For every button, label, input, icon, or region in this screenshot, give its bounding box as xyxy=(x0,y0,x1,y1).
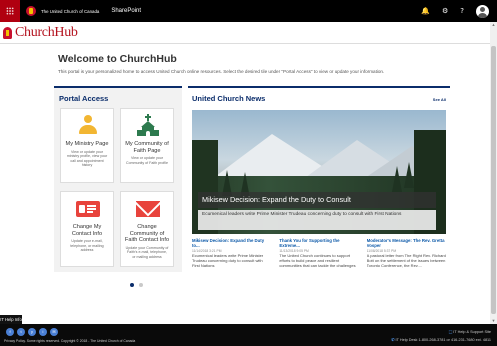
twitter-icon[interactable]: t xyxy=(17,328,25,336)
tile-community-of-faith-page[interactable]: My Community of Faith Page View or updat… xyxy=(120,108,174,183)
ucc-logo-icon[interactable] xyxy=(26,6,36,16)
news-card-text: A pastoral letter from The Right Rev. Ri… xyxy=(366,253,446,268)
portal-title: Portal Access xyxy=(59,94,109,103)
tile-title: My Ministry Page xyxy=(65,141,109,147)
person-icon xyxy=(79,115,97,137)
bell-icon[interactable]: 🔔 xyxy=(421,7,430,15)
news-card-text: The United Church continues to support e… xyxy=(279,253,356,268)
email-icon[interactable]: ✉ xyxy=(50,328,58,336)
portal-access-panel: Portal Access My Ministry Page View or u… xyxy=(54,86,182,272)
tile-change-community-contact-info[interactable]: Change Community of Faith Contact Info U… xyxy=(120,191,174,267)
news-card-text: Ecumenical leaders write Prime Minister … xyxy=(192,253,264,268)
church-icon xyxy=(137,114,159,138)
contact-card-icon xyxy=(76,201,100,217)
envelope-icon xyxy=(136,201,160,217)
it-help-site-link[interactable]: ⬚ IT Help & Support Site xyxy=(449,329,491,334)
avatar[interactable] xyxy=(476,4,489,18)
carousel-dots xyxy=(130,283,143,287)
news-card[interactable]: Moderator's Message: The Rev. Gretta Vos… xyxy=(367,238,446,268)
page-scrollbar[interactable]: ▲ ▼ xyxy=(490,22,497,324)
page-footer: f t y i ✉ Privacy Policy. Some rights re… xyxy=(0,324,497,346)
tile-desc: View or update your Community of Faith p… xyxy=(126,156,168,165)
site-logo[interactable]: ChurchHub xyxy=(3,25,78,41)
welcome-text: This portal is your personalized home to… xyxy=(58,69,385,74)
scrollbar-thumb[interactable] xyxy=(491,46,496,314)
app-launcher-button[interactable] xyxy=(0,0,20,22)
youtube-icon[interactable]: y xyxy=(28,328,36,336)
scroll-up-icon[interactable]: ▲ xyxy=(490,22,497,28)
tile-desc: View or update your ministry profile, vi… xyxy=(66,149,108,168)
carousel-dot[interactable] xyxy=(139,283,143,287)
news-card[interactable]: Thank You for Supporting the Extreme... … xyxy=(279,238,358,268)
tile-desc: Update your e-mail, telephone, or mailin… xyxy=(70,239,104,253)
waffle-icon xyxy=(6,7,14,15)
it-help-info-tab[interactable]: IT Help Info xyxy=(0,315,22,324)
page-title: Welcome to ChurchHub xyxy=(58,53,177,65)
tile-title: My Community of Faith Page xyxy=(125,141,169,154)
help-icon[interactable]: ? xyxy=(460,7,464,15)
news-card[interactable]: Mikisew Decision: Expand the Duty to... … xyxy=(192,238,271,268)
it-help-desk-label: IT Help Desk 1-800-268-3781 or 416-231-7… xyxy=(395,338,491,342)
news-card-title[interactable]: Thank You for Supporting the Extreme... xyxy=(279,238,358,248)
tile-desc: Update your Community of Faith's e-mail,… xyxy=(125,245,169,259)
carousel-dot[interactable] xyxy=(130,283,134,287)
gear-icon[interactable]: ⚙ xyxy=(442,7,448,15)
tile-change-contact-info[interactable]: Change My Contact Info Update your e-mai… xyxy=(60,191,114,267)
tile-my-ministry-page[interactable]: My Ministry Page View or update your min… xyxy=(60,108,114,183)
it-help-desk-phone[interactable]: ✆ IT Help Desk 1-800-268-3781 or 416-231… xyxy=(391,337,491,342)
hero-caption[interactable]: Mikisew Decision: Expand the Duty to Con… xyxy=(198,192,436,208)
site-title: ChurchHub xyxy=(15,25,78,40)
tile-title: Change My Contact Info xyxy=(71,224,103,237)
footer-copyright[interactable]: Privacy Policy. Some rights reserved. Co… xyxy=(4,339,135,343)
hero-subtitle: Ecumenical leaders write Prime Minister … xyxy=(198,210,436,230)
suite-app-name[interactable]: SharePoint xyxy=(111,8,141,14)
site-header: ChurchHub xyxy=(0,22,490,44)
news-title: United Church News xyxy=(192,94,266,103)
suite-bar: The United Church of Canada SharePoint 🔔… xyxy=(0,0,497,22)
crest-icon xyxy=(3,27,12,39)
news-panel: United Church News See All Mikisew Decis… xyxy=(188,86,450,272)
news-hero-image[interactable]: Mikisew Decision: Expand the Duty to Con… xyxy=(192,110,446,234)
suite-org-name[interactable]: The United Church of Canada xyxy=(41,9,99,14)
tile-title: Change Community of Faith Contact Info xyxy=(124,224,170,244)
see-all-link[interactable]: See All xyxy=(433,97,446,102)
facebook-icon[interactable]: f xyxy=(6,328,14,336)
news-card-title[interactable]: Mikisew Decision: Expand the Duty to... xyxy=(192,238,271,248)
news-card-title[interactable]: Moderator's Message: The Rev. Gretta Vos… xyxy=(367,238,446,248)
it-help-site-label: IT Help & Support Site xyxy=(453,330,491,334)
instagram-icon[interactable]: i xyxy=(39,328,47,336)
